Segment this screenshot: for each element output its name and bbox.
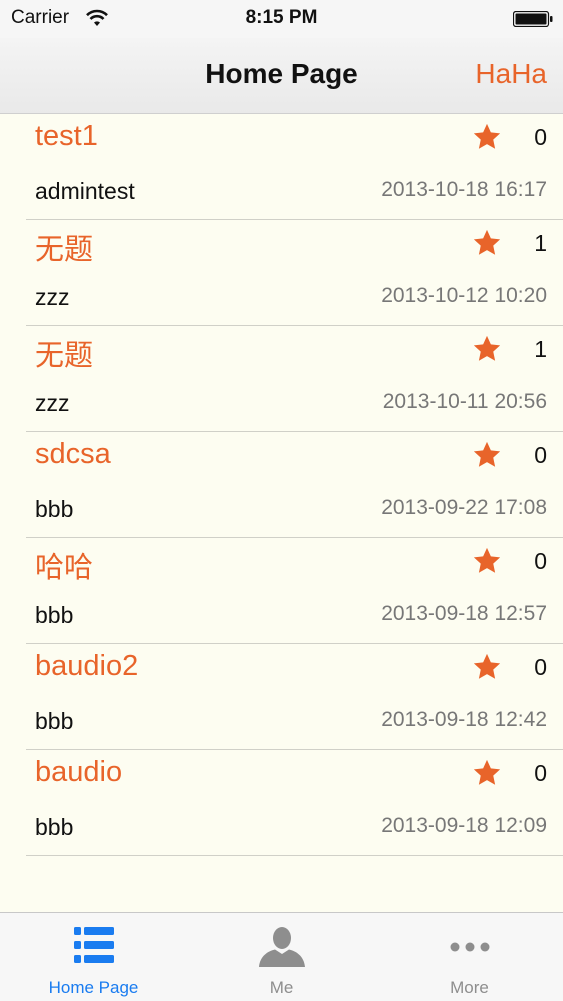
tab-bar: Home Page Me More [0,912,563,1001]
star-count: 0 [534,548,547,574]
star-count: 0 [534,442,547,468]
list-item[interactable]: 无题 1 zzz 2013-10-11 20:56 [26,326,563,432]
status-time: 8:15 PM [245,7,318,28]
post-title: sdcsa [35,438,111,470]
list-item[interactable]: sdcsa 0 bbb 2013-09-22 17:08 [26,432,563,538]
list-item[interactable]: test1 0 admintest 2013-10-18 16:17 [26,114,563,220]
post-author: zzz [35,284,70,310]
tab-home-page[interactable]: Home Page [0,913,187,1001]
star-icon [473,229,501,255]
status-bar: Carrier 8:15 PM [0,0,563,38]
tab-more[interactable]: More [376,913,563,1001]
battery-icon [513,11,553,27]
post-author: admintest [35,178,135,204]
post-author: bbb [35,814,74,840]
post-author: bbb [35,708,74,734]
post-date: 2013-09-18 12:42 [381,708,547,731]
post-date: 2013-10-11 20:56 [382,390,547,413]
list-item[interactable]: 哈哈 0 bbb 2013-09-18 12:57 [26,538,563,644]
star-icon [473,123,501,149]
post-author: zzz [35,390,70,416]
post-date: 2013-10-12 10:20 [381,284,547,307]
list-item[interactable]: baudio 0 bbb 2013-09-18 12:09 [26,750,563,856]
navigation-bar: Home Page HaHa [0,38,563,114]
post-author: bbb [35,602,74,628]
star-icon [473,653,501,679]
star-count: 1 [534,230,547,256]
post-date: 2013-09-22 17:08 [381,496,547,519]
post-author: bbb [35,496,74,522]
post-title: baudio2 [35,650,139,682]
post-list: test1 0 admintest 2013-10-18 16:17 无题 1 … [0,114,563,856]
tab-label: More [450,978,489,997]
post-title: 无题 [35,340,94,372]
post-title: baudio [35,756,123,788]
post-date: 2013-09-18 12:09 [381,814,547,837]
star-count: 0 [534,654,547,680]
post-title: 无题 [35,234,94,266]
star-count: 0 [534,760,547,786]
tab-me[interactable]: Me [188,913,375,1001]
list-item[interactable]: baudio2 0 bbb 2013-09-18 12:42 [26,644,563,750]
more-icon [450,942,489,952]
post-date: 2013-09-18 12:57 [381,602,547,625]
haha-button[interactable]: HaHa [475,58,547,90]
post-date: 2013-10-18 16:17 [381,178,547,201]
tab-label: Me [269,978,294,997]
star-icon [473,759,501,785]
tab-label: Home Page [48,978,139,997]
star-count: 1 [534,336,547,362]
star-icon [473,547,501,573]
person-icon [258,927,305,967]
star-icon [473,441,501,467]
star-icon [473,335,501,361]
post-title: 哈哈 [35,552,94,584]
list-item[interactable]: 无题 1 zzz 2013-10-12 10:20 [26,220,563,326]
post-title: test1 [35,120,98,152]
star-count: 0 [534,124,547,150]
list-icon [73,927,114,963]
